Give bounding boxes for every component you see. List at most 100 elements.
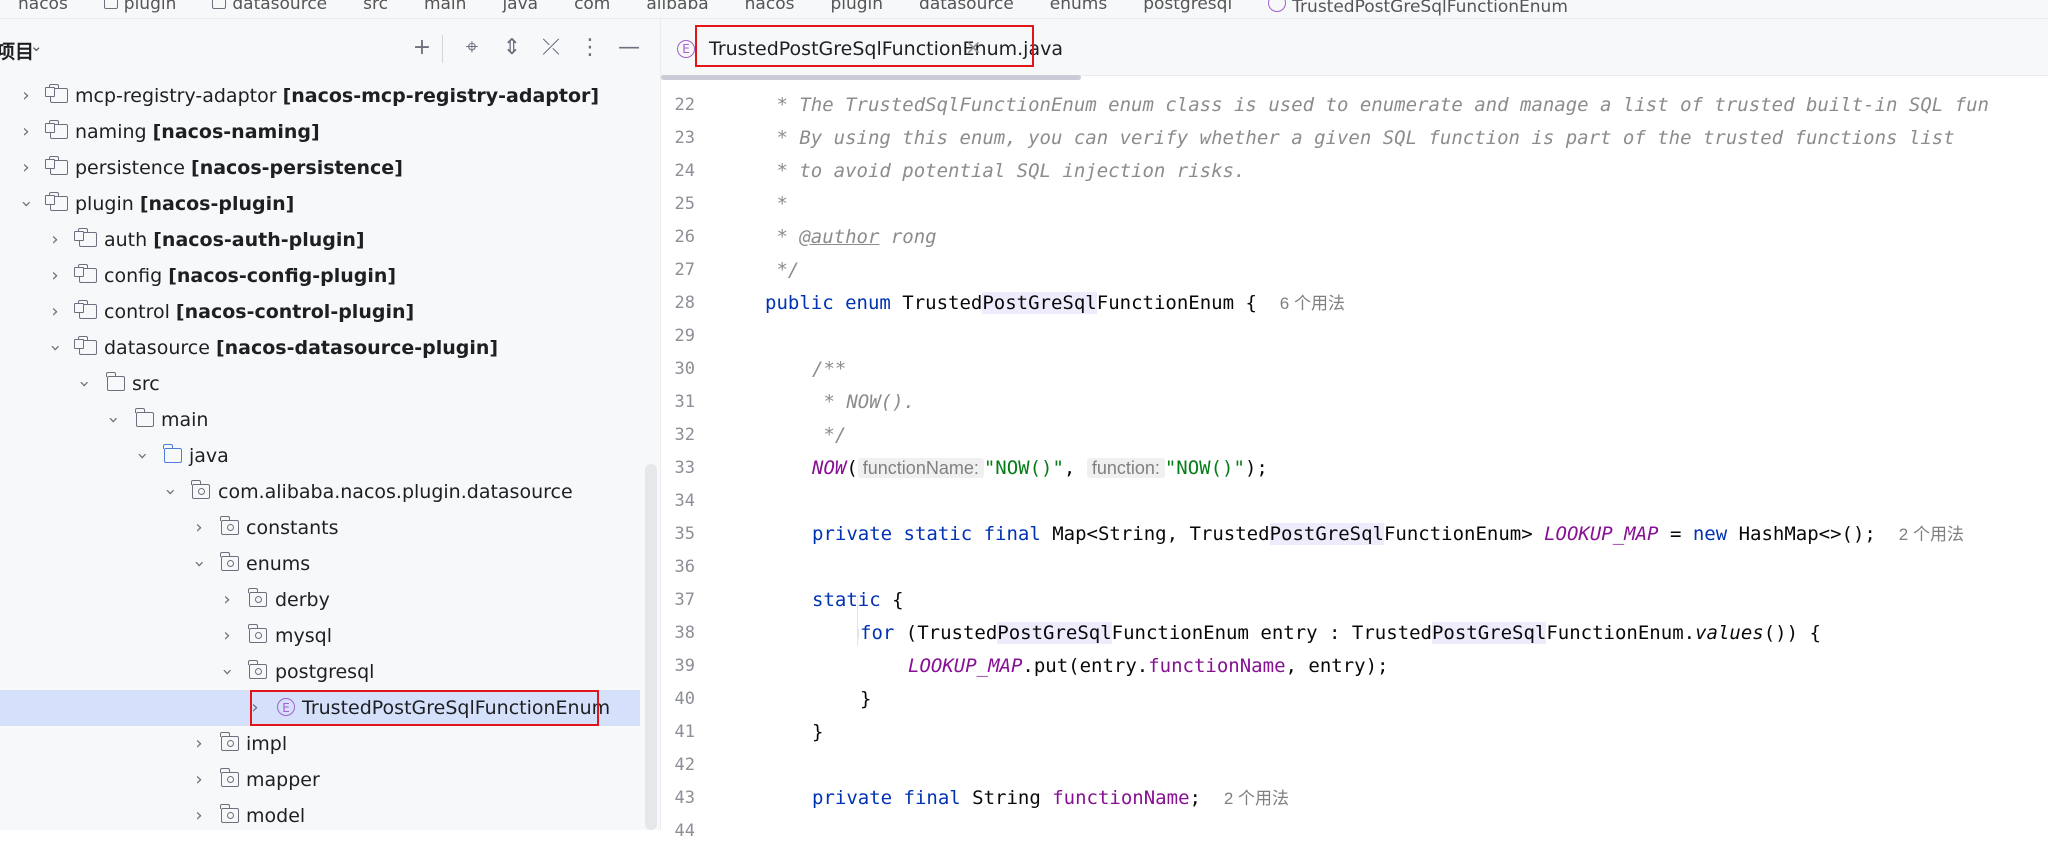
- chevron-right-icon[interactable]: ›: [219, 618, 235, 654]
- chevron-right-icon[interactable]: ›: [18, 114, 34, 150]
- breadcrumb-item[interactable]: alibaba: [628, 0, 726, 17]
- project-panel-header: 项目 ⌄ + ⌖ ⇕ ⤫ ⋮ —: [0, 19, 660, 79]
- breadcrumb-item[interactable]: datasource: [194, 0, 345, 17]
- project-panel-title[interactable]: 项目: [0, 37, 34, 64]
- code-line-23: * By using this enum, you can verify whe…: [765, 127, 1955, 149]
- breadcrumb-item[interactable]: src: [345, 0, 406, 17]
- node-name: naming: [75, 121, 147, 143]
- chevron-down-icon[interactable]: ›: [66, 376, 102, 392]
- add-icon[interactable]: +: [407, 33, 437, 63]
- module-folder-icon: [45, 156, 68, 175]
- tree-node-config[interactable]: › config [nacos-config-plugin]: [0, 258, 640, 294]
- usages-hint[interactable]: 2 个用法: [1224, 789, 1289, 808]
- node-name: control: [104, 301, 170, 323]
- package-icon: [248, 588, 267, 607]
- breadcrumb-item[interactable]: enums: [1032, 0, 1125, 17]
- code-line-38: for (TrustedPostGreSqlFunctionEnum entry…: [860, 622, 1821, 644]
- code-line-25: *: [765, 193, 788, 215]
- minimize-icon[interactable]: —: [614, 33, 644, 63]
- usages-hint[interactable]: 2 个用法: [1899, 525, 1964, 544]
- tree-node-plugin[interactable]: › plugin [nacos-plugin]: [0, 186, 640, 222]
- tree-node-model[interactable]: › model: [0, 798, 640, 830]
- module-folder-icon: [74, 264, 97, 283]
- chevron-right-icon[interactable]: ›: [47, 294, 63, 330]
- breadcrumb-item[interactable]: main: [406, 0, 484, 17]
- breadcrumb-item[interactable]: com: [556, 0, 628, 17]
- tree-node-package-datasource[interactable]: › com.alibaba.nacos.plugin.datasource: [0, 474, 640, 510]
- breadcrumb-item[interactable]: nacos: [727, 0, 813, 17]
- indent-guide: [858, 629, 859, 639]
- node-name: java: [189, 445, 229, 467]
- tree-node-datasource[interactable]: › datasource [nacos-datasource-plugin]: [0, 330, 640, 366]
- tree-node-src[interactable]: › src: [0, 366, 640, 402]
- chevron-down-icon[interactable]: ⌄: [30, 37, 43, 55]
- project-panel-scrollbar[interactable]: [645, 464, 657, 830]
- breadcrumb-item[interactable]: TrustedPostGreSqlFunctionEnum: [1250, 0, 1586, 17]
- usages-hint[interactable]: 6 个用法: [1280, 294, 1345, 313]
- code-area[interactable]: * The TrustedSqlFunctionEnum enum class …: [661, 77, 2048, 830]
- module-icon: [103, 0, 118, 9]
- collapse-all-icon[interactable]: ⤫: [536, 33, 566, 63]
- chevron-right-icon[interactable]: ›: [47, 222, 63, 258]
- tree-node-naming[interactable]: › naming [nacos-naming]: [0, 114, 640, 150]
- chevron-down-icon[interactable]: ›: [181, 556, 217, 572]
- module-folder-icon: [74, 300, 97, 319]
- node-name: persistence: [75, 157, 185, 179]
- breadcrumb-item[interactable]: plugin: [812, 0, 901, 17]
- chevron-right-icon[interactable]: ›: [191, 510, 207, 546]
- code-line-37: static {: [812, 589, 904, 611]
- tree-node-persistence[interactable]: › persistence [nacos-persistence]: [0, 150, 640, 186]
- node-name: impl: [246, 733, 288, 755]
- locate-icon[interactable]: ⌖: [457, 33, 487, 63]
- tree-node-control[interactable]: › control [nacos-control-plugin]: [0, 294, 640, 330]
- tree-node-mysql[interactable]: › mysql: [0, 618, 640, 654]
- package-icon: [220, 804, 239, 823]
- chevron-right-icon[interactable]: ›: [18, 150, 34, 186]
- tree-node-mcp-registry-adaptor[interactable]: › mcp-registry-adaptor [nacos-mcp-regist…: [0, 79, 640, 114]
- tree-node-derby[interactable]: › derby: [0, 582, 640, 618]
- chevron-right-icon[interactable]: ›: [219, 582, 235, 618]
- breadcrumb-item[interactable]: plugin: [86, 0, 195, 17]
- breadcrumb-item[interactable]: java: [484, 0, 556, 17]
- source-folder-icon: [163, 444, 182, 463]
- code-line-41: }: [812, 721, 824, 743]
- chevron-right-icon[interactable]: ›: [18, 79, 34, 114]
- breadcrumb-item[interactable]: nacos: [0, 0, 86, 17]
- chevron-down-icon[interactable]: ›: [8, 196, 44, 212]
- breadcrumb-item[interactable]: datasource: [901, 0, 1032, 17]
- tree-node-impl[interactable]: › impl: [0, 726, 640, 762]
- parameter-hint: function:: [1086, 458, 1165, 478]
- more-icon[interactable]: ⋮: [575, 33, 605, 63]
- node-name: enums: [246, 553, 311, 575]
- project-tool-window: 项目 ⌄ + ⌖ ⇕ ⤫ ⋮ — › mcp-registry-adaptor …: [0, 19, 661, 830]
- chevron-right-icon[interactable]: ›: [191, 762, 207, 798]
- tree-node-auth[interactable]: › auth [nacos-auth-plugin]: [0, 222, 640, 258]
- tree-node-postgresql[interactable]: › postgresql: [0, 654, 640, 690]
- tree-node-enums[interactable]: › enums: [0, 546, 640, 582]
- tree-node-mapper[interactable]: › mapper: [0, 762, 640, 798]
- chevron-down-icon[interactable]: ›: [209, 664, 245, 680]
- node-name: src: [132, 373, 160, 395]
- tree-node-main[interactable]: › main: [0, 402, 640, 438]
- tree-node-trusted-postgresql-function-enum[interactable]: › E TrustedPostGreSqlFunctionEnum: [0, 690, 640, 726]
- chevron-down-icon[interactable]: ›: [124, 448, 160, 464]
- package-icon: [220, 516, 239, 535]
- project-tree: › mcp-registry-adaptor [nacos-mcp-regist…: [0, 79, 660, 830]
- chevron-right-icon[interactable]: ›: [191, 726, 207, 762]
- chevron-right-icon[interactable]: ›: [191, 798, 207, 830]
- chevron-down-icon[interactable]: ›: [37, 340, 73, 356]
- tree-node-constants[interactable]: › constants: [0, 510, 640, 546]
- highlight-box: [250, 690, 599, 726]
- chevron-down-icon[interactable]: ›: [95, 412, 131, 428]
- expand-all-icon[interactable]: ⇕: [497, 33, 527, 63]
- module-folder-icon: [45, 84, 68, 103]
- node-name: constants: [246, 517, 339, 539]
- chevron-down-icon[interactable]: ›: [152, 484, 188, 500]
- breadcrumb-item[interactable]: postgresql: [1125, 0, 1250, 17]
- tree-node-java[interactable]: › java: [0, 438, 640, 474]
- code-line-31: * NOW().: [812, 391, 915, 413]
- code-line-24: * to avoid potential SQL injection risks…: [765, 160, 1246, 182]
- chevron-right-icon[interactable]: ›: [47, 258, 63, 294]
- package-icon: [191, 480, 210, 499]
- module-name: [nacos-naming]: [152, 121, 320, 143]
